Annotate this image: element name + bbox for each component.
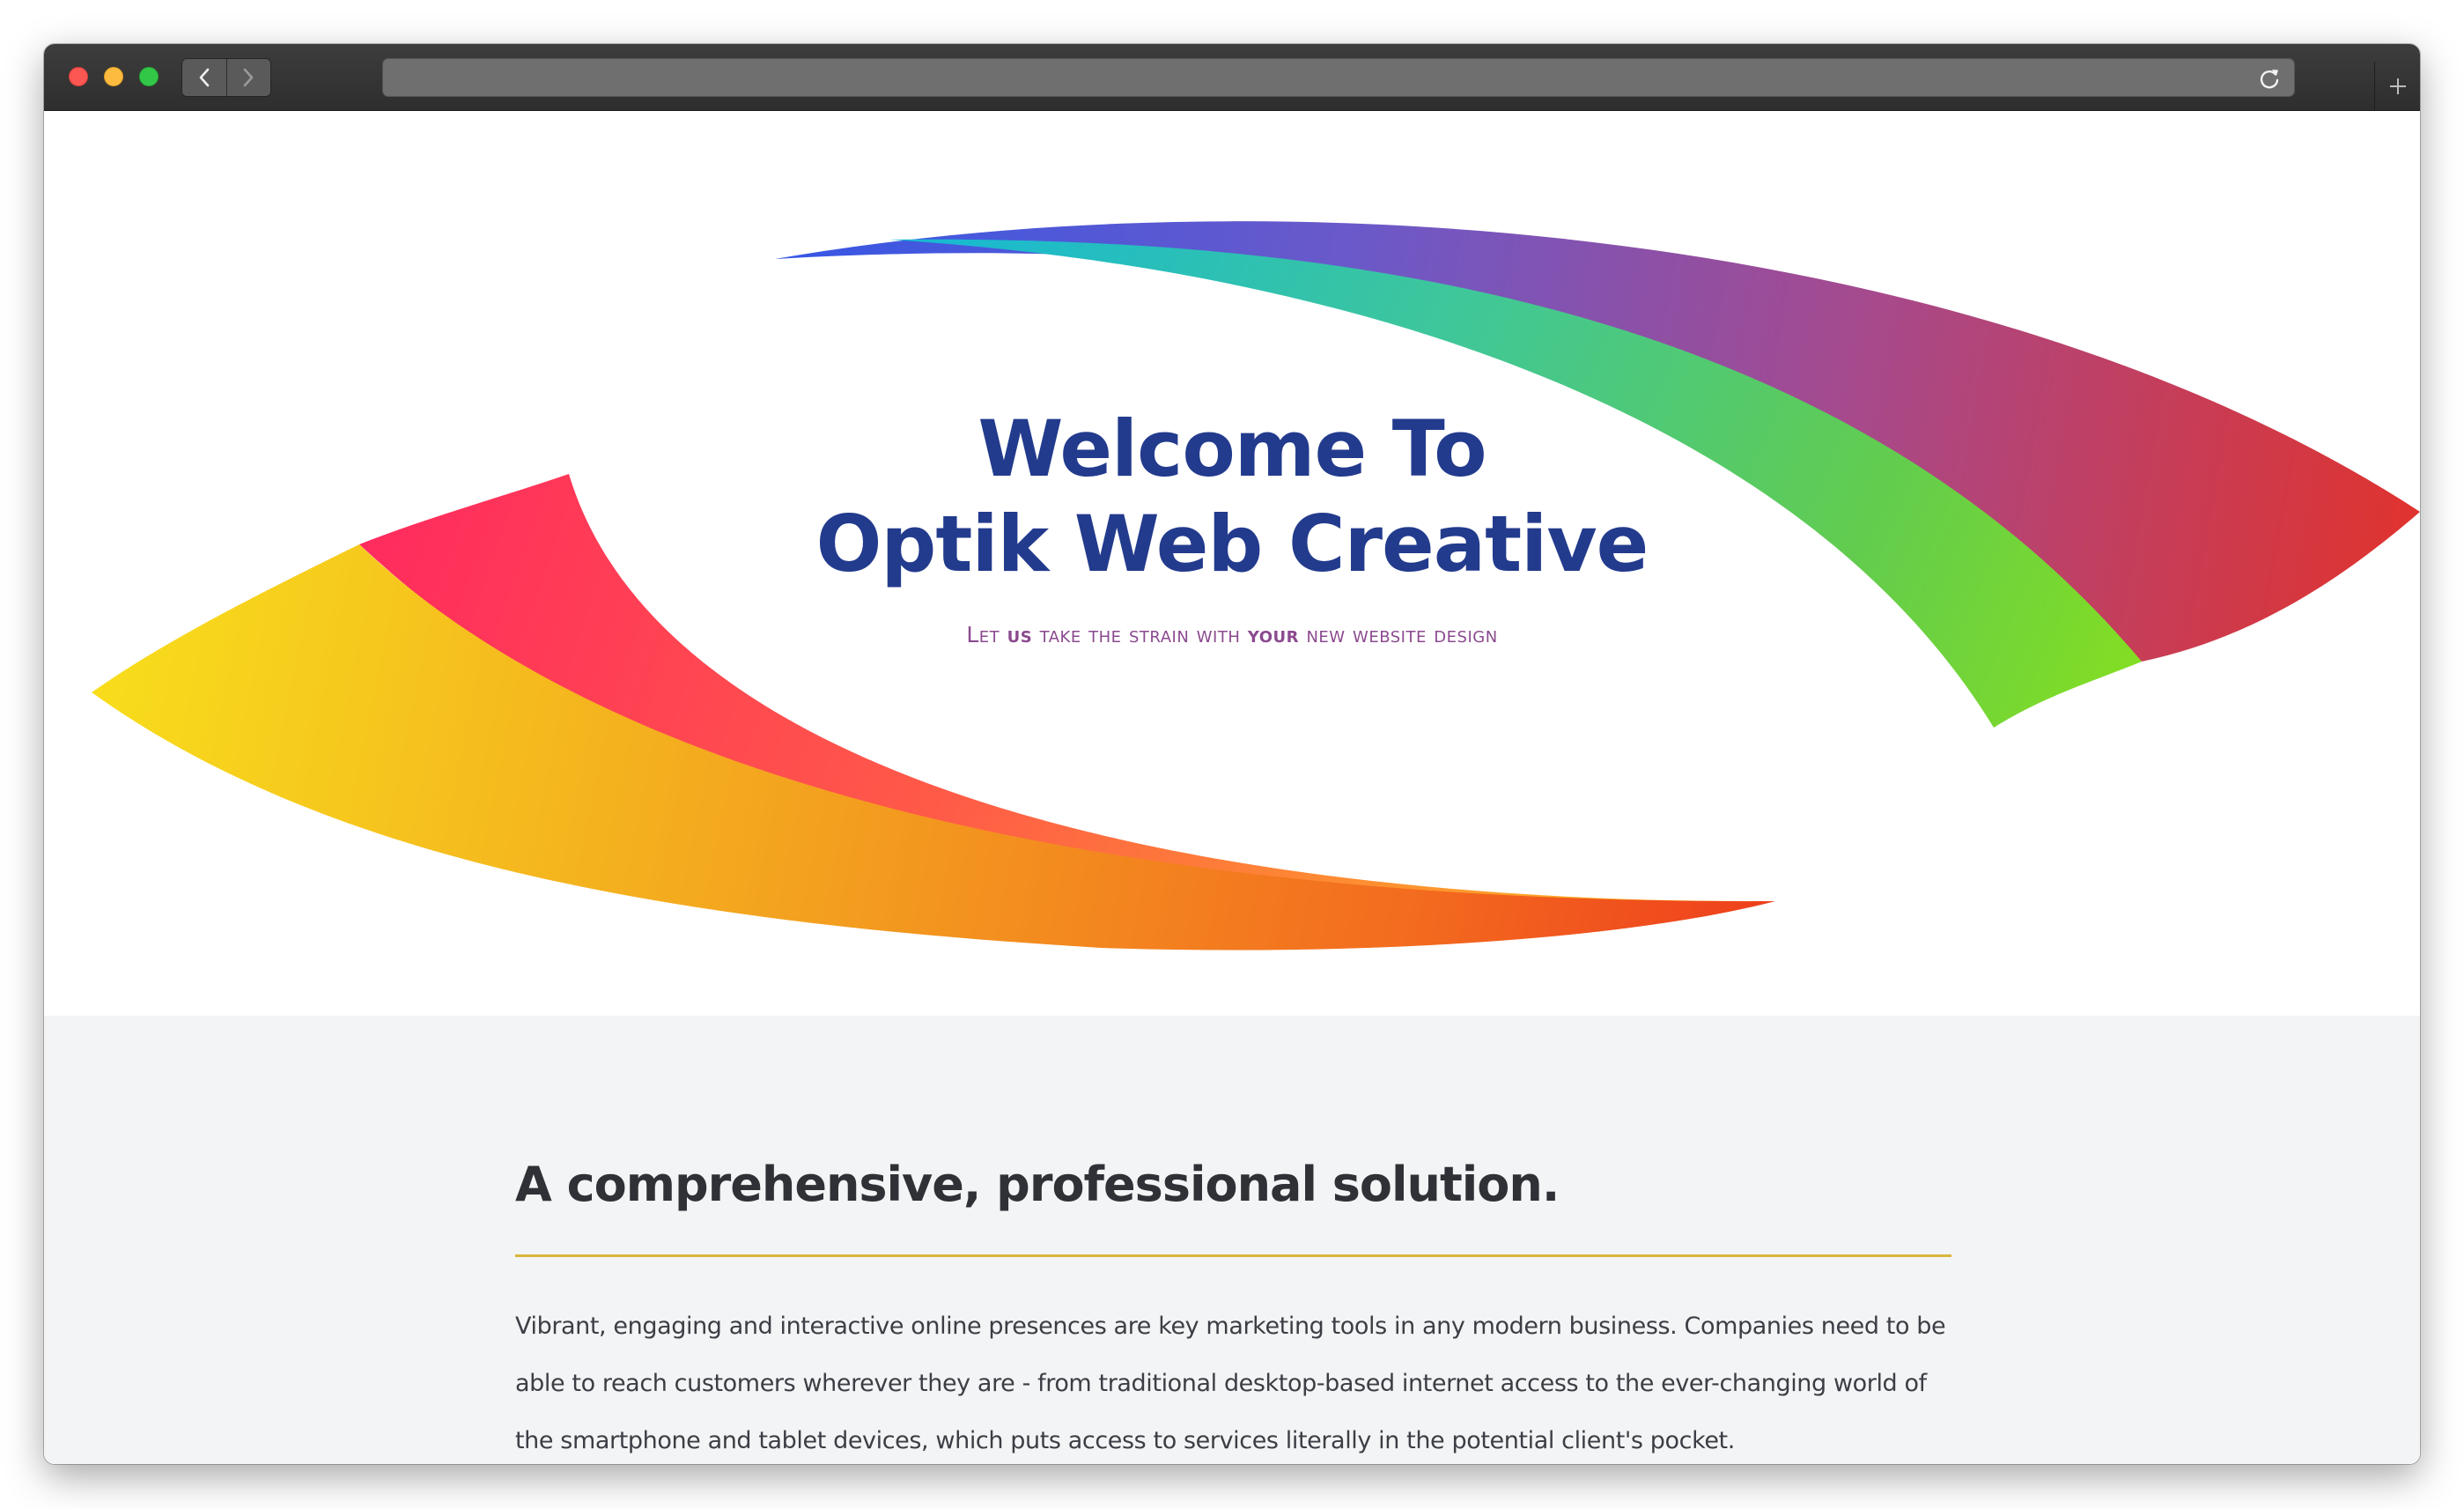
swoosh-band-yellow	[92, 544, 1775, 951]
page-title-line-2: Optik Web Creative	[815, 499, 1649, 589]
close-window-button[interactable]	[69, 67, 88, 86]
page-title-line-1: Welcome To	[977, 403, 1487, 494]
heading-divider	[515, 1254, 1951, 1257]
section-heading: A comprehensive, professional solution.	[515, 1157, 1560, 1212]
intro-section: A comprehensive, professional solution. …	[44, 1016, 2420, 1464]
intro-paragraph: Vibrant, engaging and interactive online…	[515, 1313, 1946, 1454]
zoom-window-button[interactable]	[139, 67, 159, 86]
tagline-text: Let	[966, 622, 1007, 647]
browser-window: Welcome To Optik Web Creative Let us tak…	[44, 44, 2420, 1464]
browser-toolbar	[44, 44, 2420, 111]
new-tab-button[interactable]	[2374, 62, 2420, 111]
plus-icon	[2389, 78, 2406, 94]
page-viewport: Welcome To Optik Web Creative Let us tak…	[44, 111, 2420, 1464]
tagline-text: new website design	[1299, 622, 1498, 647]
tagline-emphasis: your	[1247, 622, 1299, 647]
page-title: Welcome To Optik Web Creative	[44, 402, 2420, 592]
navigation-buttons	[181, 58, 271, 97]
reload-icon[interactable]	[2257, 66, 2282, 91]
forward-chevron-icon	[243, 68, 254, 87]
tagline-emphasis: us	[1007, 622, 1033, 647]
hero-banner: Welcome To Optik Web Creative Let us tak…	[44, 111, 2420, 1016]
back-chevron-icon	[199, 68, 210, 87]
minimize-window-button[interactable]	[104, 67, 123, 86]
hero-tagline: Let us take the strain with your new web…	[44, 622, 2420, 647]
tagline-text: take the strain with	[1032, 622, 1248, 647]
back-button[interactable]	[182, 59, 226, 96]
address-bar[interactable]	[382, 58, 2295, 97]
forward-button[interactable]	[225, 59, 271, 96]
